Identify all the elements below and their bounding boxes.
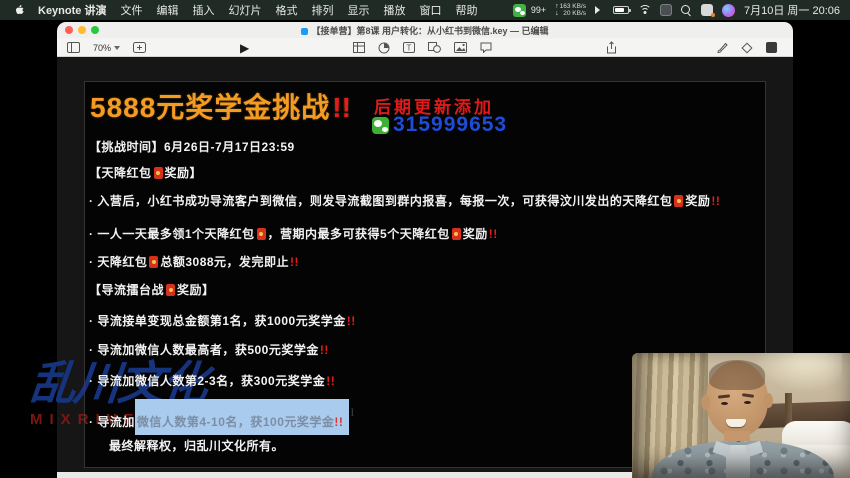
- view-options-button[interactable]: [67, 42, 80, 53]
- updown-arrows-icon: ↑↓: [555, 3, 558, 17]
- slide-text-segment: · 入营后，小红书成功导流客户到微信，则发导流截图到群内报喜，每报一次，可获得汶…: [89, 194, 672, 208]
- text-selection-highlight: 微信人数第4-10名，获100元奖学金!!: [135, 399, 350, 435]
- volume-icon[interactable]: [595, 6, 604, 14]
- slide-text-segment: 奖励: [685, 194, 710, 208]
- slide-text-segment: · 导流加: [89, 415, 135, 429]
- wechat-icon: [372, 117, 389, 134]
- chart-insert-button[interactable]: [378, 42, 390, 54]
- menu-view[interactable]: 显示: [347, 2, 369, 18]
- slide-text-segment: 奖励: [463, 227, 488, 241]
- slide-line[interactable]: · 一人一天最多领1个天降红包 ，营期内最多可获得5个天降红包奖励!!: [89, 225, 498, 242]
- menu-slide[interactable]: 幻灯片: [228, 2, 261, 18]
- webcam-vignette: [632, 353, 850, 478]
- red-envelope-icon: [452, 228, 461, 240]
- red-envelope-icon: [166, 284, 175, 296]
- slide-text-segment: 最终解释权，归乱川文化所有。: [109, 439, 284, 453]
- slide-text-segment: 【挑战时间】6月26日-7月17日23:59: [89, 140, 295, 154]
- zoom-dropdown[interactable]: 70%: [93, 43, 120, 53]
- webcam-overlay: [632, 353, 850, 478]
- slide-text-segment: ，营期内最多可获得5个天降红包: [268, 227, 450, 241]
- slide-text-segment: 奖励】: [165, 166, 203, 180]
- menu-arrange[interactable]: 排列: [311, 2, 333, 18]
- network-speed-indicator[interactable]: ↑↓ 163 KB/s20 KB/s: [555, 3, 586, 17]
- slide-text-segment: · 导流接单变现总金额第1名，获1000元奖学金: [89, 314, 346, 328]
- menu-window[interactable]: 窗口: [419, 2, 441, 18]
- window-title: 【接单营】第8课 用户转化：从小红书到微信.key — 已编辑: [57, 24, 793, 37]
- slide-line[interactable]: 最终解释权，归乱川文化所有。: [109, 437, 284, 454]
- comment-button[interactable]: [480, 42, 492, 53]
- wechat-id: 315999653: [393, 113, 507, 137]
- siri-icon[interactable]: [722, 4, 735, 17]
- slide-wechat-contact[interactable]: 315999653: [372, 113, 507, 137]
- menu-bar: Keynote 讲演 文件 编辑 插入 幻灯片 格式 排列 显示 播放 窗口 帮…: [0, 0, 850, 20]
- screen: Keynote 讲演 文件 编辑 插入 幻灯片 格式 排列 显示 播放 窗口 帮…: [0, 0, 850, 478]
- wechat-status-icon[interactable]: [513, 4, 526, 17]
- slide-text-segment: !!: [320, 343, 329, 357]
- double-exclamation: !!: [332, 92, 351, 123]
- red-envelope-icon: [154, 167, 163, 179]
- slide-line[interactable]: · 导流接单变现总金额第1名，获1000元奖学金!!: [89, 312, 356, 329]
- media-insert-button[interactable]: [454, 42, 467, 53]
- animate-button[interactable]: [741, 42, 753, 54]
- slide-line[interactable]: · 导流加微信人数最高者，获500元奖学金!!: [89, 341, 329, 358]
- slide-text-segment: · 天降红包: [89, 255, 147, 269]
- menu-bar-clock[interactable]: 7月10日 周一 20:06: [744, 2, 840, 18]
- text-insert-button[interactable]: T: [403, 42, 415, 53]
- slide-text-segment: !!: [347, 314, 356, 328]
- slide-line[interactable]: · 导流加微信人数第4-10名，获100元奖学金!!I: [89, 399, 355, 435]
- menu-edit[interactable]: 编辑: [156, 2, 178, 18]
- slide-text-segment: · 一人一天最多领1个天降红包: [89, 227, 255, 241]
- svg-text:T: T: [407, 43, 412, 52]
- table-insert-button[interactable]: [353, 42, 365, 53]
- red-envelope-icon: [149, 256, 158, 268]
- slide-line[interactable]: · 天降红包总额3088元，发完即止!!: [89, 253, 299, 270]
- slide-text-segment: 【导流擂台战: [89, 283, 164, 297]
- share-button[interactable]: [606, 41, 617, 54]
- menu-help[interactable]: 帮助: [455, 2, 477, 18]
- slide-line[interactable]: · 导流加微信人数第2-3名，获300元奖学金!!: [89, 372, 335, 389]
- slide-text-segment: · 导流加微信人数第2-3名，获300元奖学金: [89, 374, 325, 388]
- menu-play[interactable]: 播放: [383, 2, 405, 18]
- add-slide-button[interactable]: [133, 42, 146, 53]
- red-envelope-icon: [674, 195, 683, 207]
- slide-line[interactable]: 【导流擂台战奖励】: [89, 281, 215, 298]
- slide-text-segment: 【天降红包: [89, 166, 152, 180]
- text-cursor-ibeam: I: [350, 405, 355, 419]
- window-title-bar[interactable]: 【接单营】第8课 用户转化：从小红书到微信.key — 已编辑: [57, 22, 793, 38]
- slide-text-segment: !!: [711, 194, 720, 208]
- shape-insert-button[interactable]: [428, 42, 441, 53]
- red-envelope-icon: [257, 228, 266, 240]
- battery-icon[interactable]: [613, 6, 629, 14]
- net-up-speed: 163 KB/s: [560, 3, 586, 10]
- wifi-icon[interactable]: [638, 5, 651, 15]
- keynote-doc-icon: [301, 28, 308, 35]
- slide-line[interactable]: · 入营后，小红书成功导流客户到微信，则发导流截图到群内报喜，每报一次，可获得汶…: [89, 192, 720, 209]
- screen-capture-app-icon[interactable]: [660, 4, 672, 16]
- slide-text-segment: !!: [334, 415, 343, 429]
- menu-file[interactable]: 文件: [120, 2, 142, 18]
- slide-text-segment: 奖励】: [177, 283, 215, 297]
- slide-text-segment: !!: [489, 227, 498, 241]
- chevron-down-icon: [114, 46, 120, 50]
- wechat-unread-badge: 99+: [531, 5, 546, 15]
- input-source-icon[interactable]: [701, 4, 713, 16]
- slide-text-segment: 总额3088元，发完即止: [160, 255, 289, 269]
- menu-insert[interactable]: 插入: [192, 2, 214, 18]
- toolbar: 70% ▶ T: [57, 38, 793, 57]
- menu-app-name[interactable]: Keynote 讲演: [38, 2, 106, 18]
- apple-icon[interactable]: [14, 4, 26, 16]
- spotlight-search-icon[interactable]: [681, 5, 692, 16]
- net-down-speed: 20 KB/s: [563, 10, 586, 17]
- slide-main-title[interactable]: 5888元奖学金挑战!!: [90, 86, 351, 126]
- slide-text-segment: 微信人数第4-10名，获100元奖学金: [137, 415, 335, 429]
- menu-format[interactable]: 格式: [275, 2, 297, 18]
- play-button[interactable]: ▶: [240, 42, 249, 54]
- slide-text-segment: !!: [326, 374, 335, 388]
- slide-text-segment: · 导流加微信人数最高者，获500元奖学金: [89, 343, 319, 357]
- slide-text-segment: !!: [290, 255, 299, 269]
- format-brush-button[interactable]: [716, 42, 728, 54]
- document-panel-button[interactable]: [766, 42, 777, 53]
- slide-line[interactable]: 【挑战时间】6月26日-7月17日23:59: [89, 138, 295, 155]
- slide-line[interactable]: 【天降红包奖励】: [89, 164, 202, 181]
